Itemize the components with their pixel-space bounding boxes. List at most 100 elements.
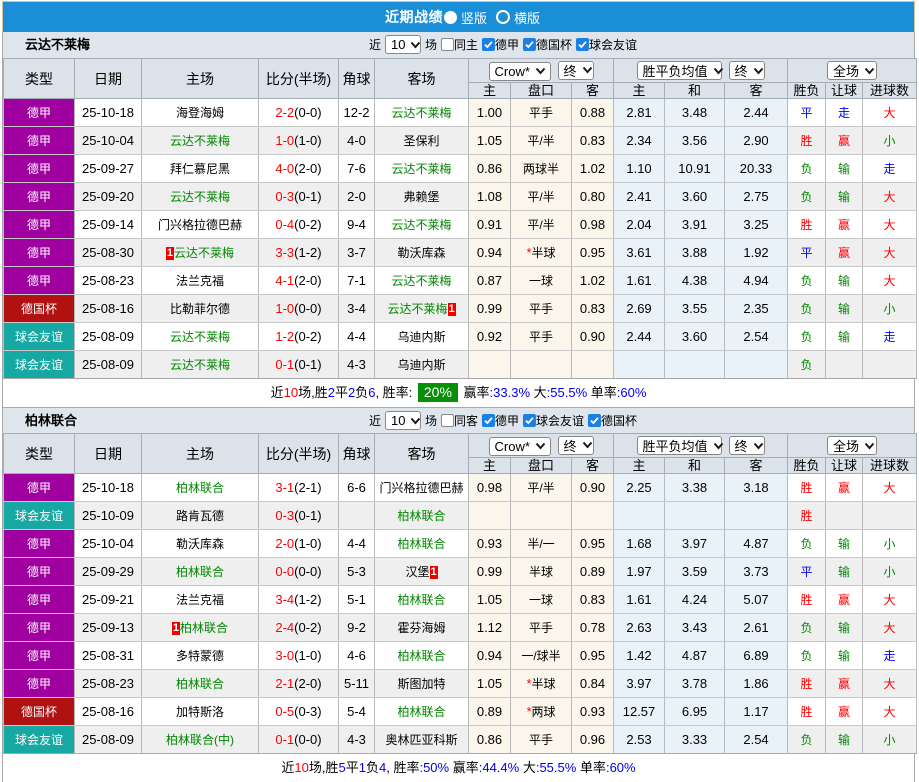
corner-cell: 4-4 bbox=[338, 529, 375, 558]
odds-company-select[interactable]: Crow* bbox=[488, 436, 551, 456]
fulltime-score: 4-1 bbox=[275, 273, 295, 288]
col-header-1: 日期 bbox=[74, 433, 142, 474]
recent-count-select[interactable]: 10 bbox=[384, 411, 421, 430]
summary-segment: 2 bbox=[327, 385, 335, 400]
summary-segment: 赢率 bbox=[459, 385, 490, 400]
odds-away bbox=[570, 350, 615, 379]
league-checkbox-0[interactable] bbox=[482, 414, 495, 427]
score-cell: 0-3(0-1) bbox=[258, 182, 339, 211]
match-row: 德国杯 25-08-16 加特斯洛 0-5(0-3) 5-4 柏林联合 0.89 *两球 0.9… bbox=[3, 697, 918, 726]
away-team-cell: 弗赖堡 bbox=[374, 182, 469, 211]
radio-horizontal-icon[interactable] bbox=[496, 10, 510, 24]
odds-home: 1.08 bbox=[468, 182, 511, 211]
odds-home: 0.99 bbox=[468, 294, 511, 323]
odds-away: 0.98 bbox=[570, 210, 615, 239]
avg-away: 3.18 bbox=[724, 473, 789, 502]
scope-select-value: 全场 bbox=[833, 64, 860, 79]
result-outcome: 负 bbox=[787, 154, 827, 183]
home-team-name: 勒沃库森 bbox=[175, 537, 224, 551]
odds-home: 1.00 bbox=[468, 98, 511, 127]
match-row: 德甲 25-08-23 法兰克福 4-1(2-0) 7-1 云达不莱梅 0.87 一球 1.02… bbox=[3, 266, 918, 295]
league-checkbox-label-1[interactable]: 德国杯 bbox=[536, 36, 572, 53]
corner-cell: 6-6 bbox=[338, 473, 375, 502]
summary-segment: :60% bbox=[605, 760, 636, 775]
match-type-badge: 德国杯 bbox=[3, 697, 75, 726]
home-team-cell: 多特蒙德 bbox=[141, 641, 259, 670]
away-team-cell: 云达不莱梅1 bbox=[374, 294, 469, 323]
handicap-cell: 平手 bbox=[510, 98, 572, 127]
home-team-name: 比勒菲尔德 bbox=[169, 302, 230, 316]
same-venue-label[interactable]: 同客 bbox=[454, 412, 478, 429]
match-type-badge: 德甲 bbox=[3, 126, 75, 155]
avg-draw: 3.38 bbox=[664, 473, 726, 502]
odds-away: 0.83 bbox=[570, 294, 615, 323]
avg-home: 2.53 bbox=[613, 725, 666, 754]
league-checkbox-0[interactable] bbox=[482, 38, 495, 51]
league-checkbox-2[interactable] bbox=[588, 414, 602, 427]
recent-count-select[interactable]: 10 bbox=[384, 35, 421, 54]
result-goals: 走 bbox=[862, 322, 918, 351]
away-team-name: 门兴格拉德巴赫 bbox=[379, 481, 464, 495]
sub-header-5: 客 bbox=[724, 82, 789, 99]
avg-draw: 4.38 bbox=[664, 266, 726, 295]
handicap-name: 两球 bbox=[531, 705, 556, 719]
sub-header-3: 主 bbox=[613, 82, 666, 99]
home-team-cell: 加特斯洛 bbox=[141, 697, 259, 726]
league-checkbox-1[interactable] bbox=[523, 38, 537, 51]
odds-away: 1.02 bbox=[570, 154, 615, 183]
league-checkbox-label-0[interactable]: 德甲 bbox=[495, 412, 519, 429]
odds-home: 0.86 bbox=[468, 725, 511, 754]
odds-state-select[interactable]: 终 bbox=[557, 60, 594, 80]
odds-state-select-value: 终 bbox=[563, 438, 577, 454]
handicap-cell: *半球 bbox=[510, 238, 572, 267]
check-icon bbox=[525, 417, 534, 425]
home-team-name: 云达不莱梅 bbox=[169, 358, 230, 372]
avg-select[interactable]: 胜平负均值 bbox=[636, 61, 723, 80]
league-checkbox-label-0[interactable]: 德甲 bbox=[495, 36, 519, 53]
same-venue-checkbox[interactable] bbox=[440, 414, 454, 427]
match-date: 25-08-23 bbox=[74, 669, 142, 698]
same-venue-label[interactable]: 同主 bbox=[454, 36, 478, 53]
odds-home: 0.94 bbox=[468, 641, 511, 670]
halftime-score: (1-2) bbox=[294, 592, 322, 607]
handicap-name: 平/半 bbox=[527, 218, 555, 232]
result-goals: 大 bbox=[862, 238, 918, 267]
league-checkbox-label-2[interactable]: 球会友谊 bbox=[589, 36, 637, 53]
avg-draw: 3.56 bbox=[664, 126, 726, 155]
league-checkbox-2[interactable] bbox=[576, 38, 590, 51]
avg-state-select[interactable]: 终 bbox=[728, 436, 765, 455]
odds-company-select[interactable]: Crow* bbox=[488, 61, 551, 81]
result-outcome: 负 bbox=[787, 266, 827, 295]
avg-state-select[interactable]: 终 bbox=[728, 61, 765, 80]
odds-home: 1.05 bbox=[468, 585, 511, 614]
league-checkbox-label-1[interactable]: 球会友谊 bbox=[536, 412, 584, 429]
radio-horizontal-label[interactable]: 横版 bbox=[514, 8, 540, 27]
league-checkbox-label-2[interactable]: 德国杯 bbox=[601, 412, 637, 429]
away-team-name: 柏林联合 bbox=[397, 705, 446, 719]
scope-select[interactable]: 全场 bbox=[827, 436, 878, 455]
top-banner: 近期战绩 竖版 横版 bbox=[2, 1, 915, 32]
fulltime-score: 0-0 bbox=[275, 564, 295, 579]
fulltime-score: 3-3 bbox=[275, 245, 295, 260]
radio-vertical-label[interactable]: 竖版 bbox=[461, 8, 487, 27]
avg-select[interactable]: 胜平负均值 bbox=[636, 436, 723, 455]
scope-select[interactable]: 全场 bbox=[827, 61, 878, 80]
score-cell: 0-1(0-1) bbox=[258, 350, 339, 379]
match-date: 25-08-30 bbox=[74, 238, 142, 267]
result-outcome: 负 bbox=[787, 182, 827, 211]
same-venue-checkbox[interactable] bbox=[440, 38, 454, 51]
col-header-1: 日期 bbox=[74, 58, 142, 99]
avg-away: 3.25 bbox=[724, 210, 789, 239]
avg-away: 5.07 bbox=[724, 585, 789, 614]
halftime-score: (1-0) bbox=[294, 133, 322, 148]
radio-vertical-selected-icon[interactable] bbox=[443, 10, 457, 24]
filter-recent-prefix: 近 bbox=[368, 38, 381, 52]
avg-home: 12.57 bbox=[613, 697, 666, 726]
odds-state-select[interactable]: 终 bbox=[557, 435, 594, 455]
score-cell: 2-2(0-0) bbox=[258, 98, 339, 127]
halftime-score: (2-0) bbox=[294, 161, 322, 176]
league-checkbox-1[interactable] bbox=[523, 414, 537, 427]
result-handicap: 输 bbox=[825, 613, 864, 642]
sub-header-6: 胜负 bbox=[787, 82, 827, 99]
odds-select-group: Crow* 终 bbox=[467, 433, 615, 458]
